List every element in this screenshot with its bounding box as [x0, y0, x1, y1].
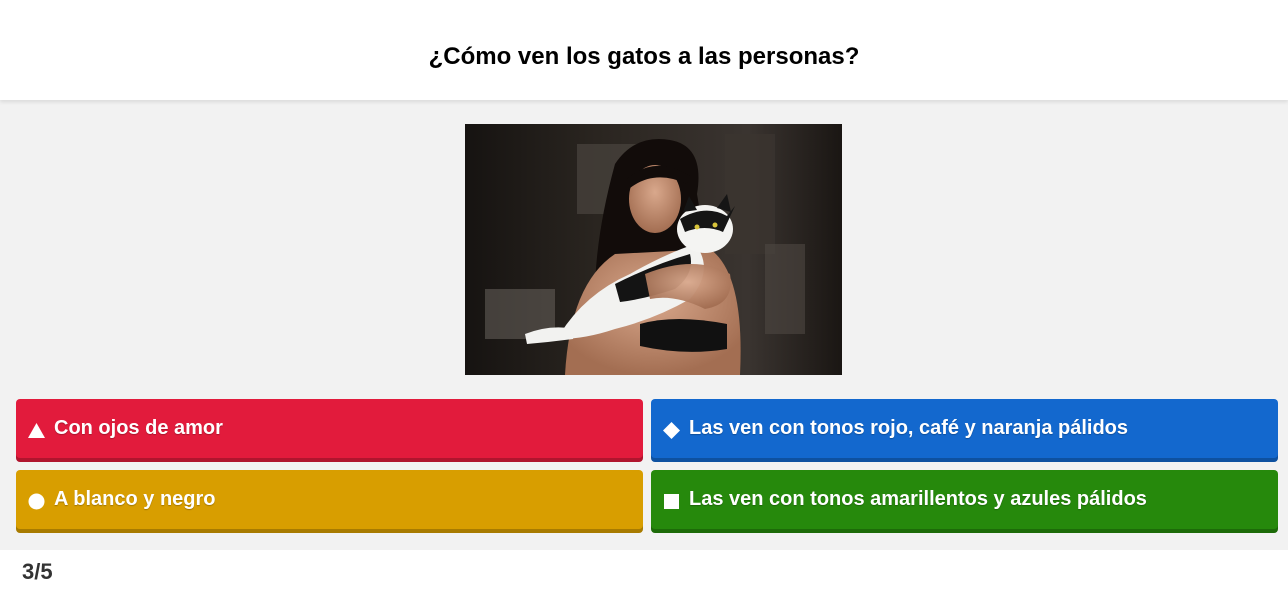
- question-image: [465, 124, 842, 375]
- answer-label: Las ven con tonos rojo, café y naranja p…: [689, 417, 1129, 439]
- answer-label: Con ojos de amor: [54, 417, 223, 439]
- question-header: ¿Cómo ven los gatos a las personas?: [0, 0, 1288, 100]
- answer-blue[interactable]: Las ven con tonos rojo, café y naranja p…: [651, 399, 1278, 462]
- footer-bar: 3/5: [0, 550, 1288, 595]
- diamond-icon: [663, 422, 680, 439]
- photo-woman-holding-cat: [465, 124, 842, 375]
- answer-green[interactable]: Las ven con tonos amarillentos y azules …: [651, 470, 1278, 533]
- answer-yellow[interactable]: A blanco y negro: [16, 470, 643, 533]
- answers-grid: Con ojos de amor Las ven con tonos rojo,…: [16, 399, 1278, 533]
- triangle-icon: [28, 422, 45, 439]
- question-counter: 3/5: [22, 559, 53, 584]
- answer-label: A blanco y negro: [54, 488, 216, 510]
- circle-icon: [28, 493, 45, 510]
- question-title: ¿Cómo ven los gatos a las personas?: [428, 43, 860, 70]
- square-icon: [663, 493, 680, 510]
- answer-label: Las ven con tonos amarillentos y azules …: [689, 488, 1147, 510]
- answer-red[interactable]: Con ojos de amor: [16, 399, 643, 462]
